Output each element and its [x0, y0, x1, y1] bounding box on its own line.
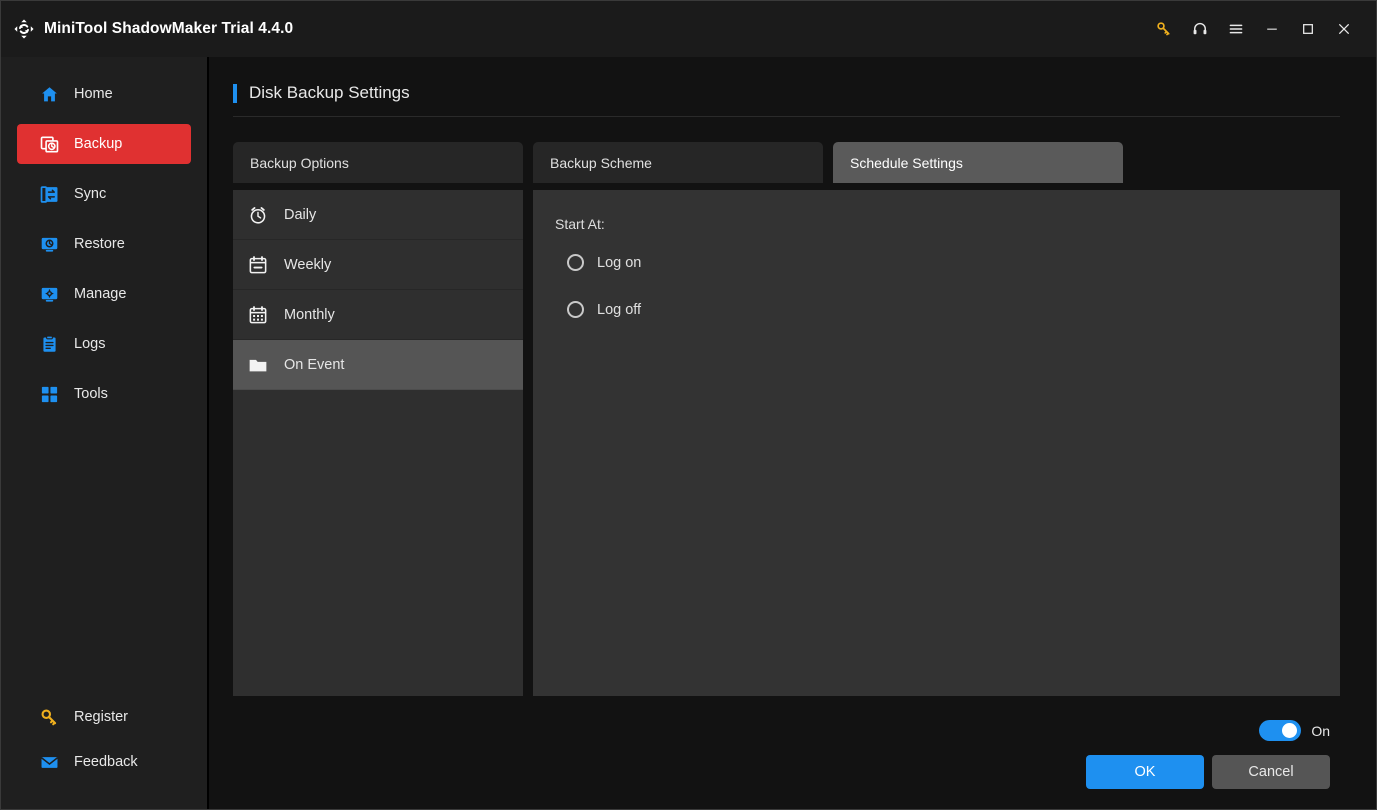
dialog-footer: On OK Cancel — [233, 696, 1340, 809]
tools-icon — [39, 384, 59, 404]
schedule-item-on-event[interactable]: On Event — [233, 340, 523, 390]
radio-button-indicator — [567, 301, 584, 318]
page-header-inner: Disk Backup Settings — [233, 83, 1340, 103]
sidebar-item-manage[interactable]: Manage — [17, 274, 191, 314]
header-divider — [233, 116, 1340, 117]
minimize-icon[interactable] — [1254, 12, 1290, 46]
logs-icon — [39, 334, 59, 354]
home-icon — [39, 84, 59, 104]
content-area: Disk Backup Settings Backup Options Back… — [209, 57, 1376, 809]
sidebar-item-restore[interactable]: Restore — [17, 224, 191, 264]
restore-icon — [39, 234, 59, 254]
window-controls — [1146, 12, 1362, 46]
tab-label: Backup Scheme — [550, 155, 652, 171]
sync-arrows-logo-icon — [13, 18, 35, 40]
folder-icon — [247, 354, 269, 376]
sidebar-item-label: Tools — [74, 386, 108, 402]
sidebar: Home Backup — [1, 57, 209, 809]
title-bar: MiniTool ShadowMaker Trial 4.4.0 — [1, 1, 1376, 57]
sidebar-bottom-nav: Register Feedback — [1, 692, 207, 809]
radio-log-off[interactable]: Log off — [555, 301, 641, 318]
sidebar-item-label: Backup — [74, 136, 122, 152]
sidebar-item-label: Restore — [74, 236, 125, 252]
sidebar-item-label: Logs — [74, 336, 105, 352]
page-header: Disk Backup Settings — [233, 57, 1340, 131]
close-icon[interactable] — [1326, 12, 1362, 46]
ok-button-label: OK — [1135, 764, 1156, 780]
sidebar-item-label: Manage — [74, 286, 126, 302]
toggle-knob — [1282, 723, 1297, 738]
sync-icon — [39, 184, 59, 204]
sidebar-item-label: Home — [74, 86, 113, 102]
schedule-type-list: Daily Weekly — [233, 190, 523, 696]
schedule-item-label: Weekly — [284, 257, 331, 273]
schedule-toggle-switch[interactable] — [1259, 720, 1301, 741]
sidebar-item-logs[interactable]: Logs — [17, 324, 191, 364]
radio-label: Log off — [597, 302, 641, 318]
headset-icon[interactable] — [1182, 12, 1218, 46]
tab-backup-options[interactable]: Backup Options — [233, 142, 523, 183]
sidebar-item-sync[interactable]: Sync — [17, 174, 191, 214]
sidebar-item-tools[interactable]: Tools — [17, 374, 191, 414]
manage-icon — [39, 284, 59, 304]
cancel-button-label: Cancel — [1248, 764, 1293, 780]
radio-log-on[interactable]: Log on — [555, 254, 641, 271]
sidebar-item-label: Register — [74, 709, 128, 725]
sidebar-item-backup[interactable]: Backup — [17, 124, 191, 164]
maximize-icon[interactable] — [1290, 12, 1326, 46]
toggle-state-label: On — [1311, 723, 1330, 739]
page-title: Disk Backup Settings — [249, 83, 410, 103]
alarm-clock-icon — [247, 204, 269, 226]
radio-button-indicator — [567, 254, 584, 271]
envelope-icon — [39, 752, 59, 772]
schedule-enable-row: On — [1259, 720, 1330, 741]
body-row: Home Backup — [1, 57, 1376, 809]
application-window: MiniTool ShadowMaker Trial 4.4.0 — [0, 0, 1377, 810]
tab-label: Schedule Settings — [850, 155, 963, 171]
app-title: MiniTool ShadowMaker Trial 4.4.0 — [44, 20, 293, 38]
schedule-item-label: Daily — [284, 207, 316, 223]
sidebar-item-label: Feedback — [74, 754, 138, 770]
start-at-label: Start At: — [555, 216, 1340, 232]
calendar-icon — [247, 254, 269, 276]
schedule-item-weekly[interactable]: Weekly — [233, 240, 523, 290]
schedule-item-daily[interactable]: Daily — [233, 190, 523, 240]
cancel-button[interactable]: Cancel — [1212, 755, 1330, 789]
sidebar-nav: Home Backup — [1, 69, 207, 419]
sidebar-item-label: Sync — [74, 186, 106, 202]
sidebar-item-feedback[interactable]: Feedback — [17, 742, 191, 782]
backup-icon — [39, 134, 59, 154]
tab-schedule-settings[interactable]: Schedule Settings — [833, 142, 1123, 183]
calendar-grid-icon — [247, 304, 269, 326]
sidebar-item-register[interactable]: Register — [17, 697, 191, 737]
schedule-item-label: Monthly — [284, 307, 335, 323]
settings-panels: Daily Weekly — [233, 190, 1340, 696]
hamburger-menu-icon[interactable] — [1218, 12, 1254, 46]
tab-label: Backup Options — [250, 155, 349, 171]
schedule-detail-panel: Start At: Log on Log off — [533, 190, 1340, 696]
schedule-item-monthly[interactable]: Monthly — [233, 290, 523, 340]
key-icon[interactable] — [1146, 12, 1182, 46]
radio-label: Log on — [597, 255, 641, 271]
title-accent-bar — [233, 84, 237, 103]
sidebar-item-home[interactable]: Home — [17, 74, 191, 114]
ok-button[interactable]: OK — [1086, 755, 1204, 789]
dialog-buttons: OK Cancel — [1086, 755, 1330, 789]
key-icon — [39, 707, 59, 727]
tab-backup-scheme[interactable]: Backup Scheme — [533, 142, 823, 183]
tab-bar: Backup Options Backup Scheme Schedule Se… — [233, 142, 1340, 183]
schedule-item-label: On Event — [284, 357, 344, 373]
sidebar-spacer — [1, 419, 207, 692]
